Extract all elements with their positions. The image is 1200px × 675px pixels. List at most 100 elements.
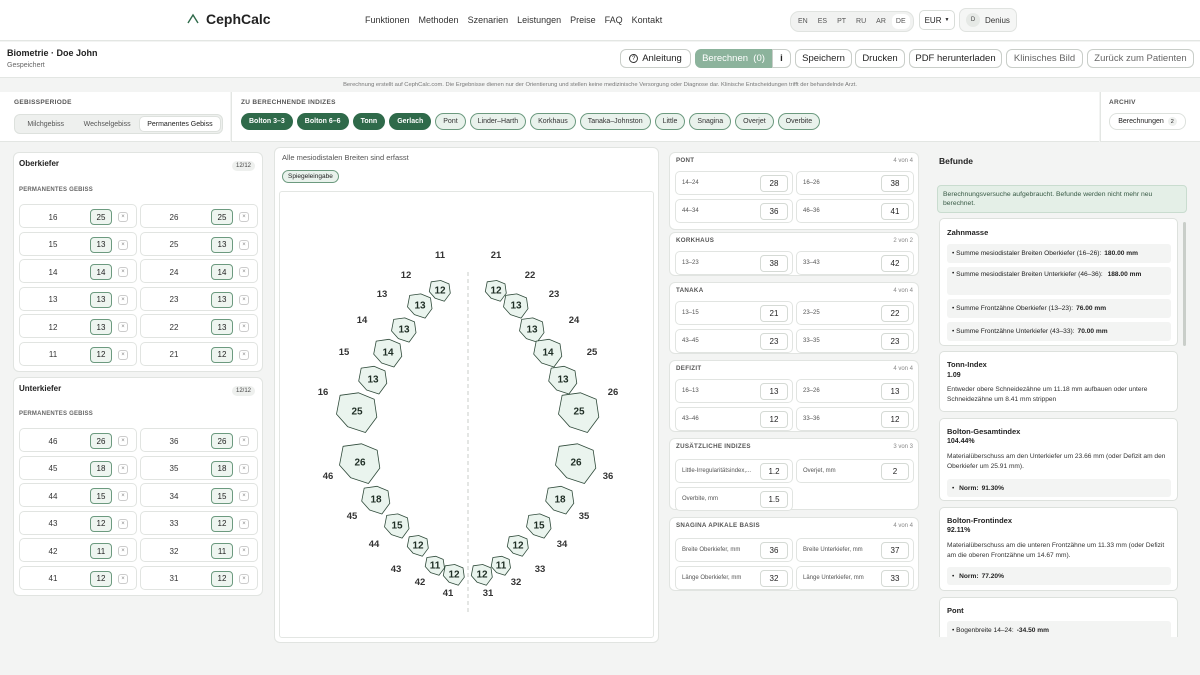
index-input-value[interactable]: 36 <box>760 542 788 559</box>
index-input-value[interactable]: 42 <box>881 255 909 272</box>
index-input-value[interactable]: 12 <box>881 411 909 428</box>
index-input-value[interactable]: 38 <box>881 175 909 192</box>
index-input-value[interactable]: 22 <box>881 305 909 322</box>
clear-icon[interactable]: × <box>118 436 128 446</box>
lang-es[interactable]: ES <box>814 14 831 29</box>
upper-left-tooth[interactable]: 13 <box>503 293 529 319</box>
tooth-width-input[interactable]: 18 <box>211 460 233 477</box>
tooth-width-input[interactable]: 15 <box>211 488 233 504</box>
nav-link-faq[interactable]: FAQ <box>605 15 623 25</box>
clear-icon[interactable]: × <box>118 491 128 501</box>
lang-de[interactable]: DE <box>891 14 910 29</box>
lower-right-tooth[interactable]: 11 <box>424 555 445 576</box>
tooth-width-input[interactable]: 11 <box>211 543 233 559</box>
tooth-width-input[interactable]: 12 <box>211 570 233 587</box>
tooth-width-input[interactable]: 14 <box>211 264 233 280</box>
clear-icon[interactable]: × <box>239 436 249 446</box>
clear-icon[interactable]: × <box>118 546 128 556</box>
clinical-picture-button[interactable]: Klinisches Bild <box>1006 49 1083 68</box>
period-option-deciduous[interactable]: Milchgebiss <box>16 116 75 132</box>
lower-right-tooth[interactable]: 26 <box>339 443 381 484</box>
tooth-width-input[interactable]: 13 <box>90 236 112 253</box>
tooth-width-input[interactable]: 13 <box>211 291 233 308</box>
tooth-width-input[interactable]: 12 <box>90 515 112 532</box>
period-option-permanent[interactable]: Permanentes Gebiss <box>138 116 221 132</box>
clear-icon[interactable]: × <box>239 573 249 584</box>
logo[interactable]: CephCalc <box>186 11 271 27</box>
lang-pt[interactable]: PT <box>833 14 850 29</box>
info-button[interactable]: i <box>772 49 791 68</box>
clear-icon[interactable]: × <box>239 212 249 222</box>
upper-left-tooth[interactable]: 12 <box>484 280 507 302</box>
upper-left-tooth[interactable]: 13 <box>548 365 578 395</box>
back-to-patient-button[interactable]: Zurück zum Patienten <box>1087 49 1194 68</box>
tooth-width-input[interactable]: 13 <box>211 236 233 253</box>
nav-link-scenarios[interactable]: Szenarien <box>468 15 509 25</box>
upper-right-tooth[interactable]: 25 <box>336 392 378 433</box>
clear-icon[interactable]: × <box>118 349 128 360</box>
index-input-value[interactable]: 21 <box>760 305 788 322</box>
tooth-width-input[interactable]: 12 <box>90 346 112 363</box>
tooth-width-input[interactable]: 12 <box>90 570 112 587</box>
tooth-width-input[interactable]: 11 <box>90 543 112 559</box>
index-input-value[interactable]: 1.5 <box>760 491 788 508</box>
guide-button[interactable]: ? Anleitung <box>620 49 691 68</box>
lower-left-tooth[interactable]: 18 <box>545 485 575 515</box>
index-input-value[interactable]: 33 <box>881 570 909 587</box>
index-chip[interactable]: Tonn <box>352 113 386 130</box>
upper-left-tooth[interactable]: 14 <box>533 338 563 368</box>
index-chip[interactable]: Tanaka–Johnston <box>579 113 651 130</box>
lower-left-tooth[interactable]: 15 <box>526 513 552 539</box>
index-chip[interactable]: Bolton 6–6 <box>296 113 349 130</box>
upper-right-tooth[interactable]: 14 <box>373 338 403 368</box>
index-input-value[interactable]: 2 <box>881 463 909 480</box>
pdf-download-button[interactable]: PDF herunterladen <box>909 49 1002 68</box>
calculations-archive-button[interactable]: Berechnungen 2 <box>1109 113 1186 130</box>
clear-icon[interactable]: × <box>239 546 249 556</box>
clear-icon[interactable]: × <box>239 322 249 332</box>
index-chip[interactable]: Little <box>654 113 686 130</box>
index-input-value[interactable]: 1.2 <box>760 463 788 480</box>
period-option-mixed[interactable]: Wechselgebiss <box>75 116 138 132</box>
clear-icon[interactable]: × <box>118 239 128 250</box>
nav-link-functions[interactable]: Funktionen <box>365 15 410 25</box>
index-input-value[interactable]: 32 <box>760 570 788 587</box>
tooth-width-input[interactable]: 13 <box>90 291 112 308</box>
lower-right-tooth[interactable]: 12 <box>406 535 429 557</box>
upper-left-tooth[interactable]: 13 <box>519 317 545 343</box>
lower-right-tooth[interactable]: 12 <box>442 564 465 586</box>
index-chip[interactable]: Linder–Harth <box>469 113 527 130</box>
tooth-width-input[interactable]: 12 <box>211 515 233 532</box>
index-chip[interactable]: Bolton 3–3 <box>241 113 293 130</box>
lang-en[interactable]: EN <box>794 14 812 29</box>
index-chip[interactable]: Gerlach <box>389 113 432 130</box>
clear-icon[interactable]: × <box>118 463 128 474</box>
index-input-value[interactable]: 41 <box>881 203 909 220</box>
clear-icon[interactable]: × <box>239 463 249 474</box>
index-input-value[interactable]: 36 <box>760 203 788 220</box>
lower-right-tooth[interactable]: 18 <box>361 485 391 515</box>
currency-select[interactable]: EUR ▼ <box>919 10 955 30</box>
lower-left-tooth[interactable]: 11 <box>490 555 511 576</box>
index-chip[interactable]: Pont <box>435 113 466 130</box>
tooth-width-input[interactable]: 25 <box>90 209 112 225</box>
tooth-width-input[interactable]: 13 <box>211 319 233 335</box>
clear-icon[interactable]: × <box>118 294 128 305</box>
lower-left-tooth[interactable]: 12 <box>470 564 493 586</box>
upper-left-tooth[interactable]: 25 <box>558 392 600 433</box>
index-input-value[interactable]: 28 <box>760 175 788 192</box>
upper-right-tooth[interactable]: 13 <box>407 293 433 319</box>
tooth-width-input[interactable]: 26 <box>211 433 233 449</box>
lang-ar[interactable]: AR <box>872 14 890 29</box>
clear-icon[interactable]: × <box>118 322 128 332</box>
clear-icon[interactable]: × <box>118 573 128 584</box>
index-input-value[interactable]: 38 <box>760 255 788 272</box>
index-chip[interactable]: Snagina <box>689 113 732 130</box>
index-input-value[interactable]: 13 <box>760 383 788 400</box>
lower-left-tooth[interactable]: 12 <box>506 535 529 557</box>
mirror-input-toggle[interactable]: Spiegeleingabe <box>282 170 339 183</box>
index-chip[interactable]: Overjet <box>735 113 774 130</box>
clear-icon[interactable]: × <box>118 518 128 529</box>
index-input-value[interactable]: 37 <box>881 542 909 559</box>
index-chip[interactable]: Korkhaus <box>530 113 576 130</box>
